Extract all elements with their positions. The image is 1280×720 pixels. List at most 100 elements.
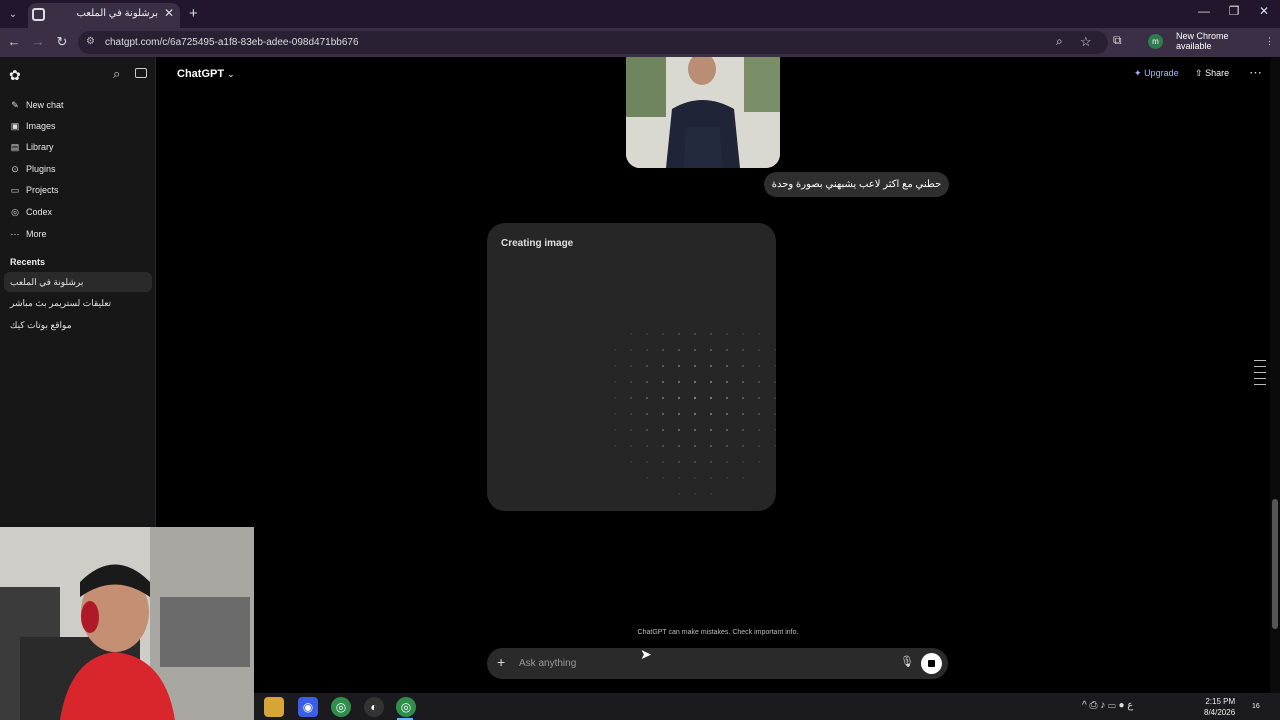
taskbar-clock[interactable]: 2:15 PM 8/4/2026 [1204,696,1235,718]
model-selector[interactable]: ChatGPT ⌄ [177,68,235,80]
loading-dot [773,380,776,384]
browser-tab-active[interactable]: برشلونة في الملعب ✕ [28,3,180,28]
loading-dot [725,332,729,336]
zoom-search-icon[interactable]: ⌕ [1056,34,1063,49]
scrollbar[interactable] [1270,57,1280,693]
browser-tab-bar: ⌄ برشلونة في الملعب ✕ + — ❐ ✕ [0,0,1280,28]
search-icon[interactable]: ⌕ [113,66,120,82]
loading-dot [645,332,649,336]
bookmark-star-icon[interactable]: ☆ [1080,34,1092,50]
loading-dot [725,396,729,400]
prompt-input[interactable] [519,653,889,673]
recent-chat-item[interactable]: مواقع بوتات كيك [4,315,152,335]
stop-icon [928,660,935,667]
loading-dot [709,412,713,416]
loading-dot [629,348,633,352]
chrome-active-app-icon[interactable]: ◎ [396,697,416,717]
address-bar[interactable]: ⚙ chatgpt.com/c/6a725495-a1f8-83eb-adee-… [78,31,1108,54]
microphone-icon[interactable]: 🎙 [900,655,914,668]
loading-dot [661,380,665,384]
more-options-icon[interactable]: ⋯ [1249,65,1262,81]
loading-dot [629,332,633,336]
sidebar-item-library[interactable]: ▤ Library [4,137,152,157]
loading-dot [677,444,681,448]
tray-volume-icon: ♪ [1100,700,1106,711]
loading-dot [725,364,729,368]
tray-network-icon: ⎙ [1089,700,1098,711]
new-tab-plus-icon[interactable]: + [189,5,198,22]
loading-dot [661,476,665,480]
minimize-icon[interactable]: — [1188,4,1220,18]
loading-dot [773,444,776,448]
loading-dot [677,428,681,432]
window-close-icon[interactable]: ✕ [1248,4,1280,18]
share-button[interactable]: ⇧ Share [1195,68,1229,79]
loading-dot [709,332,713,336]
profile-avatar[interactable]: m [1148,34,1163,49]
sidebar-item-new-chat[interactable]: ✎ New chat [4,95,152,115]
loading-dot [693,412,697,416]
loading-dot [773,428,776,432]
user-uploaded-photo[interactable] [626,57,780,168]
loading-dot [661,396,665,400]
url-text[interactable]: chatgpt.com/c/6a725495-a1f8-83eb-adee-09… [105,37,359,48]
loading-dot [741,444,745,448]
chrome-app-icon[interactable]: ◎ [331,697,351,717]
loading-dot [741,428,745,432]
loading-dot [677,476,681,480]
loading-dot [677,380,681,384]
reload-icon[interactable]: ↻ [53,34,71,50]
discord-app-icon[interactable]: ◉ [298,697,318,717]
loading-dot [693,492,697,496]
tab-close-icon[interactable]: ✕ [164,6,174,20]
tray-mic-icon: ● [1118,700,1125,711]
back-arrow-icon[interactable]: ← [5,34,23,49]
forward-arrow-icon[interactable]: → [29,34,47,49]
notification-center-icon[interactable]: 16 [1252,699,1260,711]
loading-dot [661,428,665,432]
recent-chat-title: مواقع بوتات كيك [10,320,72,330]
sidebar-item-codex[interactable]: ◎ Codex [4,202,152,222]
codex-icon: ◎ [11,206,19,217]
tab-search-chevron-icon[interactable]: ⌄ [4,5,22,23]
kebab-menu-icon: ⋮ [1265,35,1274,46]
loading-dot [645,428,649,432]
sidebar-item-images[interactable]: ▣ Images [4,116,152,136]
chatgpt-favicon-icon [32,8,45,21]
recent-chat-item[interactable]: تعليقات لستريمر بث مباشر [4,293,152,313]
chevron-down-icon: ⌄ [227,69,235,79]
upgrade-button[interactable]: ✦ Upgrade [1134,68,1179,79]
sidebar-item-projects[interactable]: ▭ Projects [4,180,152,200]
share-icon: ⇧ [1195,68,1203,78]
loading-dot [629,364,633,368]
more-icon: ⋯ [10,228,20,239]
tray-chevron-icon: ^ [1082,700,1087,711]
chrome-update-button[interactable]: New Chrome available ⋮ [1170,31,1280,51]
file-explorer-icon[interactable] [264,697,284,717]
loading-dot [757,380,761,384]
obs-app-icon[interactable]: ◐ [364,697,384,717]
loading-dot [741,460,745,464]
recent-chat-item[interactable]: برشلونة في الملعب [4,272,152,292]
site-info-icon[interactable]: ⚙ [86,36,95,47]
sidebar-toggle-icon[interactable] [135,68,147,78]
loading-dot [773,364,776,368]
loading-dot [741,396,745,400]
clock-time: 2:15 PM [1205,697,1236,706]
sidebar-item-more[interactable]: ⋯ More [4,224,152,244]
windows-taskbar: ◉ ◎ ◐ ◎ ^ ⎙ ♪ ▭ ● ع 2:15 PM 8/4/2026 16 [254,693,1280,720]
stop-generation-button[interactable] [921,653,942,674]
system-tray[interactable]: ^ ⎙ ♪ ▭ ● ع [1082,700,1133,711]
share-label: Share [1205,68,1230,78]
attach-plus-icon[interactable]: + [497,654,505,670]
extensions-puzzle-icon[interactable]: ⧉ [1113,33,1122,48]
loading-dot [709,444,713,448]
tray-lang: ع [1127,700,1134,711]
loading-dot [613,364,617,368]
conversation-outline-icon[interactable] [1254,360,1266,394]
restore-icon[interactable]: ❐ [1218,4,1250,18]
scrollbar-thumb[interactable] [1272,499,1278,629]
recent-chat-title: برشلونة في الملعب [10,277,84,287]
sidebar-item-plugins[interactable]: ⊙ Plugins [4,159,152,179]
openai-logo-icon[interactable]: ✿ [9,67,21,84]
